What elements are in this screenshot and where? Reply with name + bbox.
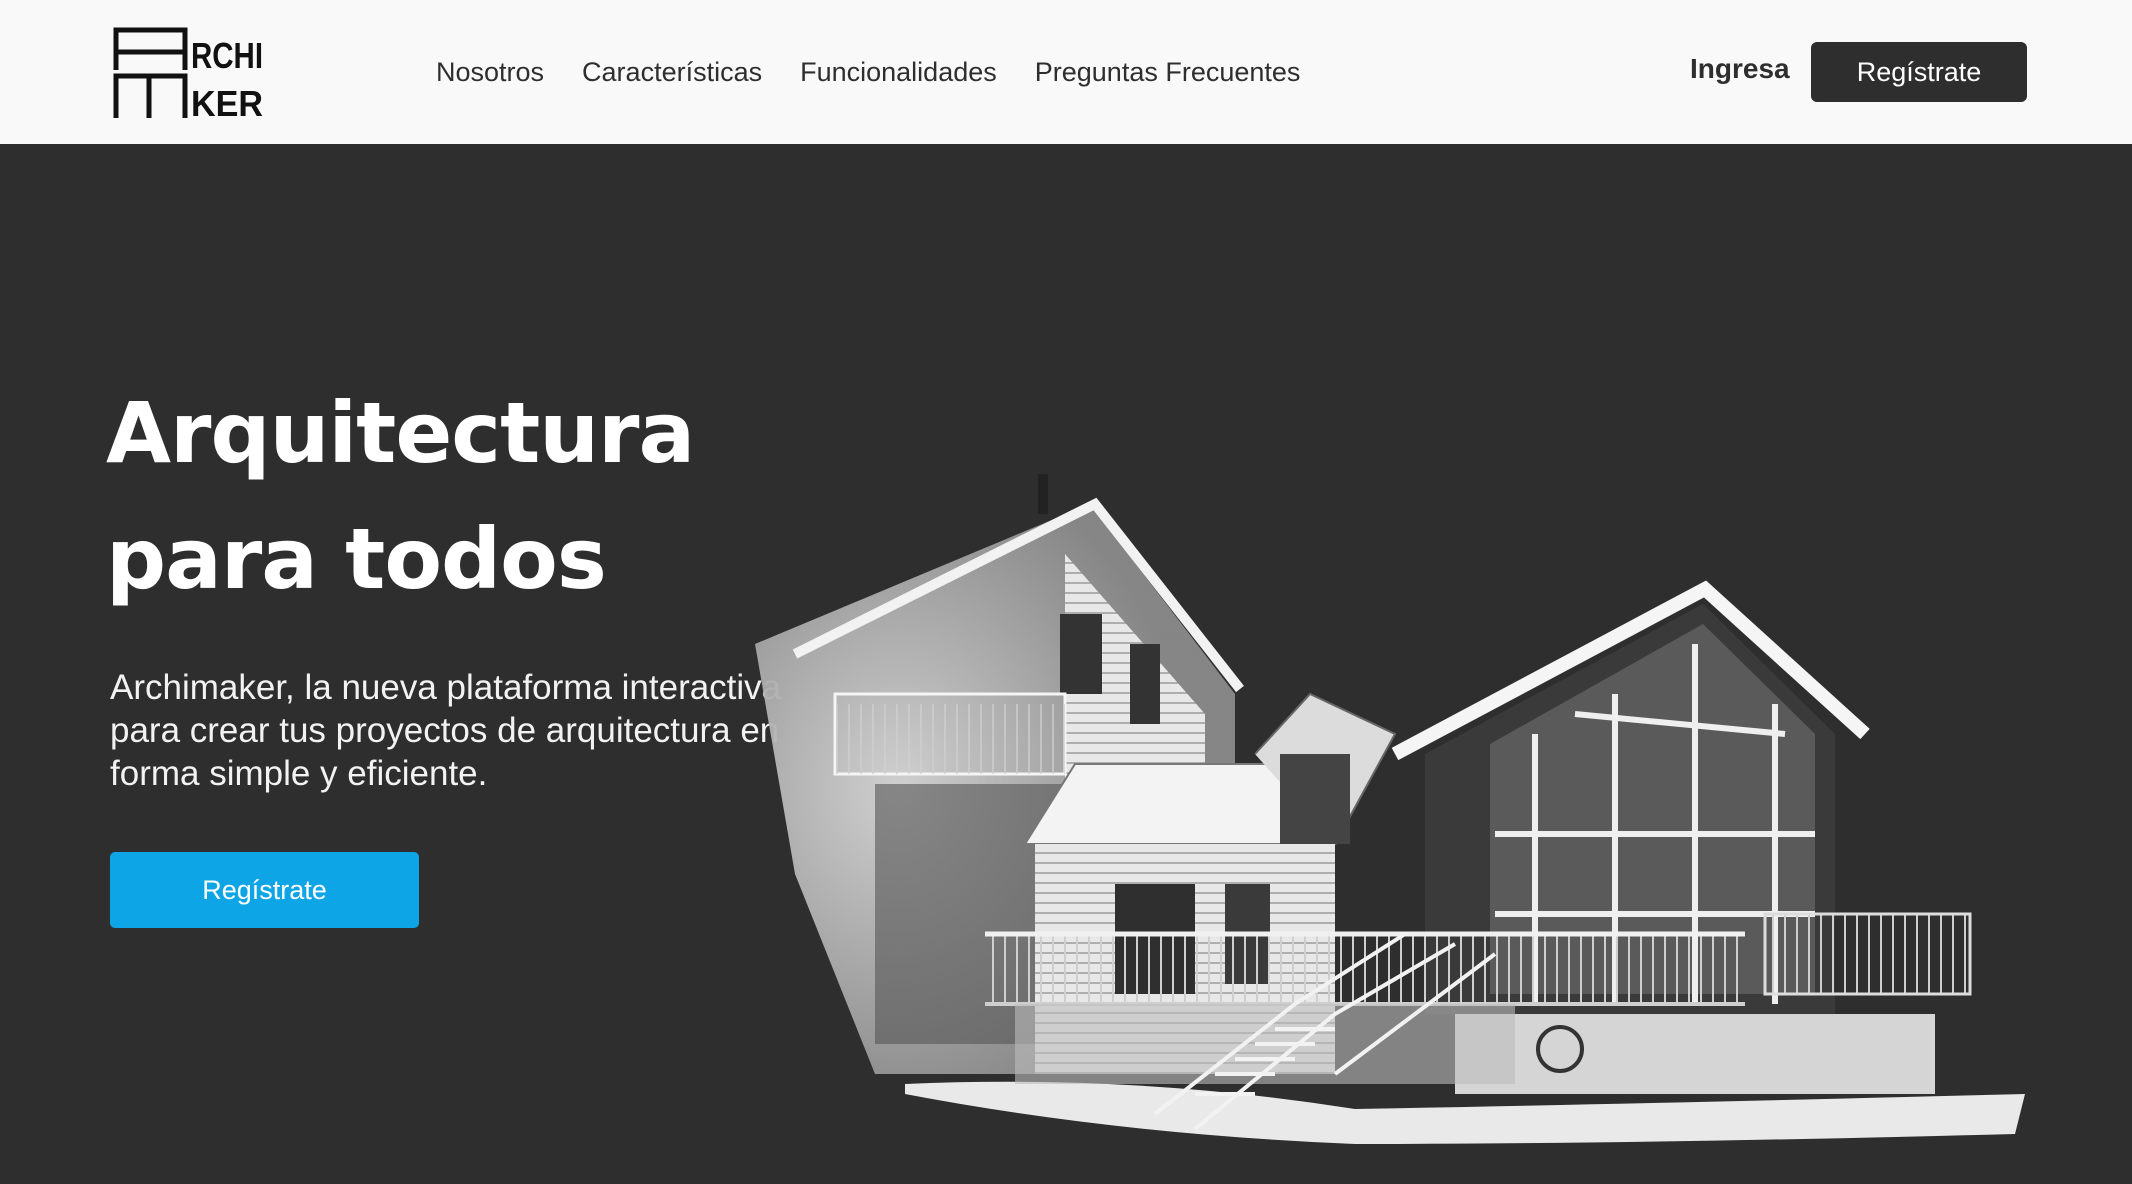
- hero-signup-button[interactable]: Regístrate: [110, 852, 419, 928]
- nav-link-caracteristicas[interactable]: Características: [582, 57, 762, 88]
- hero-title-line-2: para todos: [106, 510, 607, 608]
- hero-section: Arquitectura para todos Archimaker, la n…: [0, 144, 2132, 1184]
- nav-link-preguntas-frecuentes[interactable]: Preguntas Frecuentes: [1035, 57, 1301, 88]
- svg-text:KER: KER: [191, 83, 263, 120]
- house-sketch-illustration: [755, 474, 2025, 1144]
- login-link[interactable]: Ingresa: [1690, 53, 1790, 85]
- hero-title-line-1: Arquitectura: [106, 384, 695, 482]
- nav-link-funcionalidades[interactable]: Funcionalidades: [800, 57, 997, 88]
- site-header: RCHI KER Nosotros Características Funcio…: [0, 0, 2132, 144]
- main-nav: Nosotros Características Funcionalidades…: [436, 52, 1338, 92]
- hero-title: Arquitectura para todos: [106, 370, 826, 622]
- logo-mark: RCHI KER: [113, 27, 263, 120]
- header-signup-button[interactable]: Regístrate: [1811, 42, 2027, 102]
- archimaker-logo[interactable]: RCHI KER: [113, 26, 265, 120]
- nav-link-nosotros[interactable]: Nosotros: [436, 57, 544, 88]
- svg-text:RCHI: RCHI: [191, 35, 263, 76]
